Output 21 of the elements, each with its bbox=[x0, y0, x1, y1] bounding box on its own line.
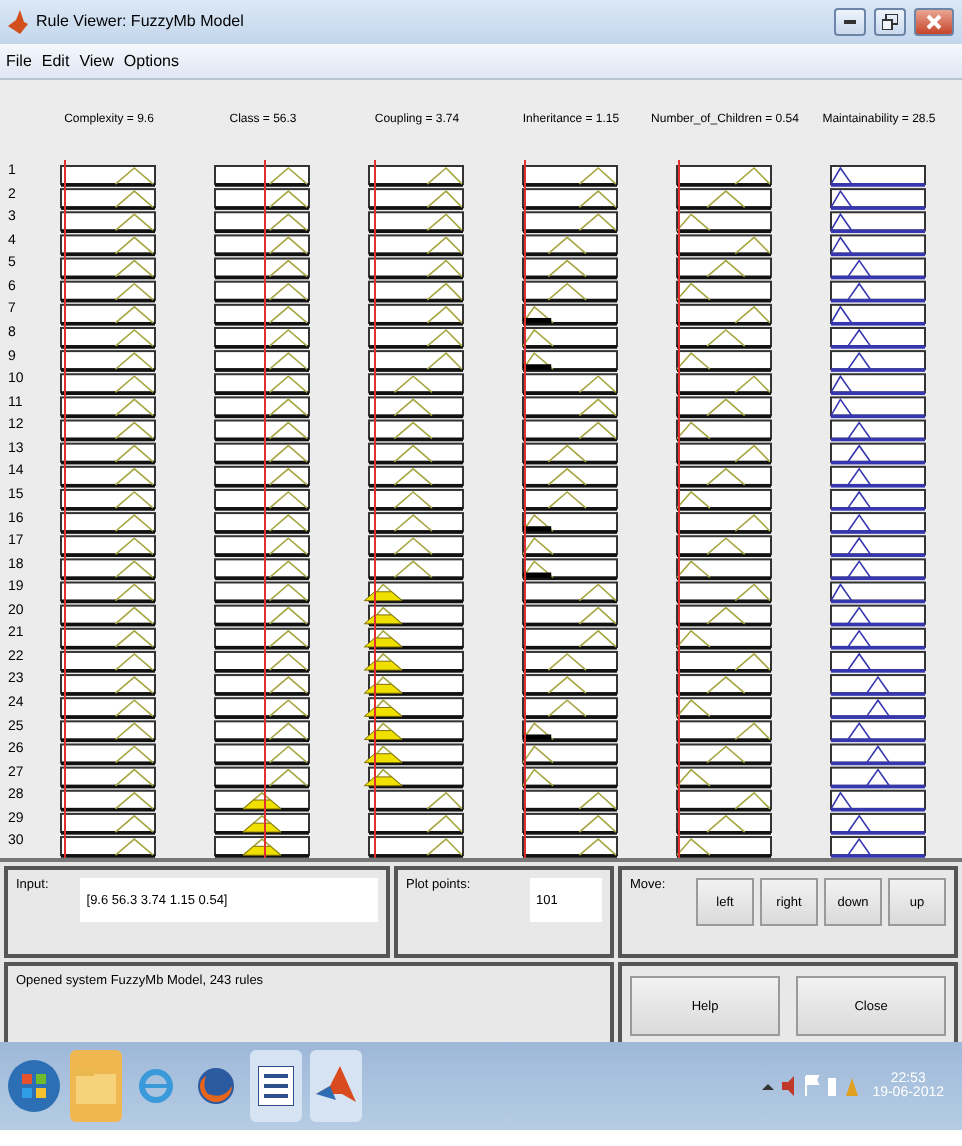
close-button[interactable] bbox=[914, 7, 954, 36]
menu-item[interactable]: View bbox=[79, 51, 114, 70]
document-icon[interactable] bbox=[258, 1066, 294, 1107]
start-button[interactable] bbox=[6, 1058, 62, 1115]
input-marker-line[interactable] bbox=[369, 160, 377, 859]
restore-button[interactable] bbox=[874, 7, 906, 36]
window-title: Rule Viewer: FuzzyMb Model bbox=[36, 12, 246, 31]
menu-item[interactable]: Edit bbox=[41, 51, 70, 70]
minimize-icon bbox=[844, 18, 856, 25]
input-marker-line[interactable] bbox=[677, 160, 680, 859]
close-icon bbox=[926, 13, 942, 30]
tray-icons-drawing[interactable] bbox=[762, 1074, 863, 1099]
peak-logo-icon[interactable] bbox=[316, 1066, 356, 1107]
app-icon bbox=[8, 9, 28, 34]
menu-item[interactable]: Options bbox=[123, 51, 179, 70]
input-marker-line[interactable] bbox=[61, 160, 66, 859]
restore-icon bbox=[882, 13, 898, 30]
input-marker-line[interactable] bbox=[523, 160, 526, 859]
fox-browser-icon[interactable] bbox=[196, 1066, 236, 1107]
menu-item[interactable]: File bbox=[6, 51, 32, 70]
minimize-button[interactable] bbox=[834, 7, 866, 36]
